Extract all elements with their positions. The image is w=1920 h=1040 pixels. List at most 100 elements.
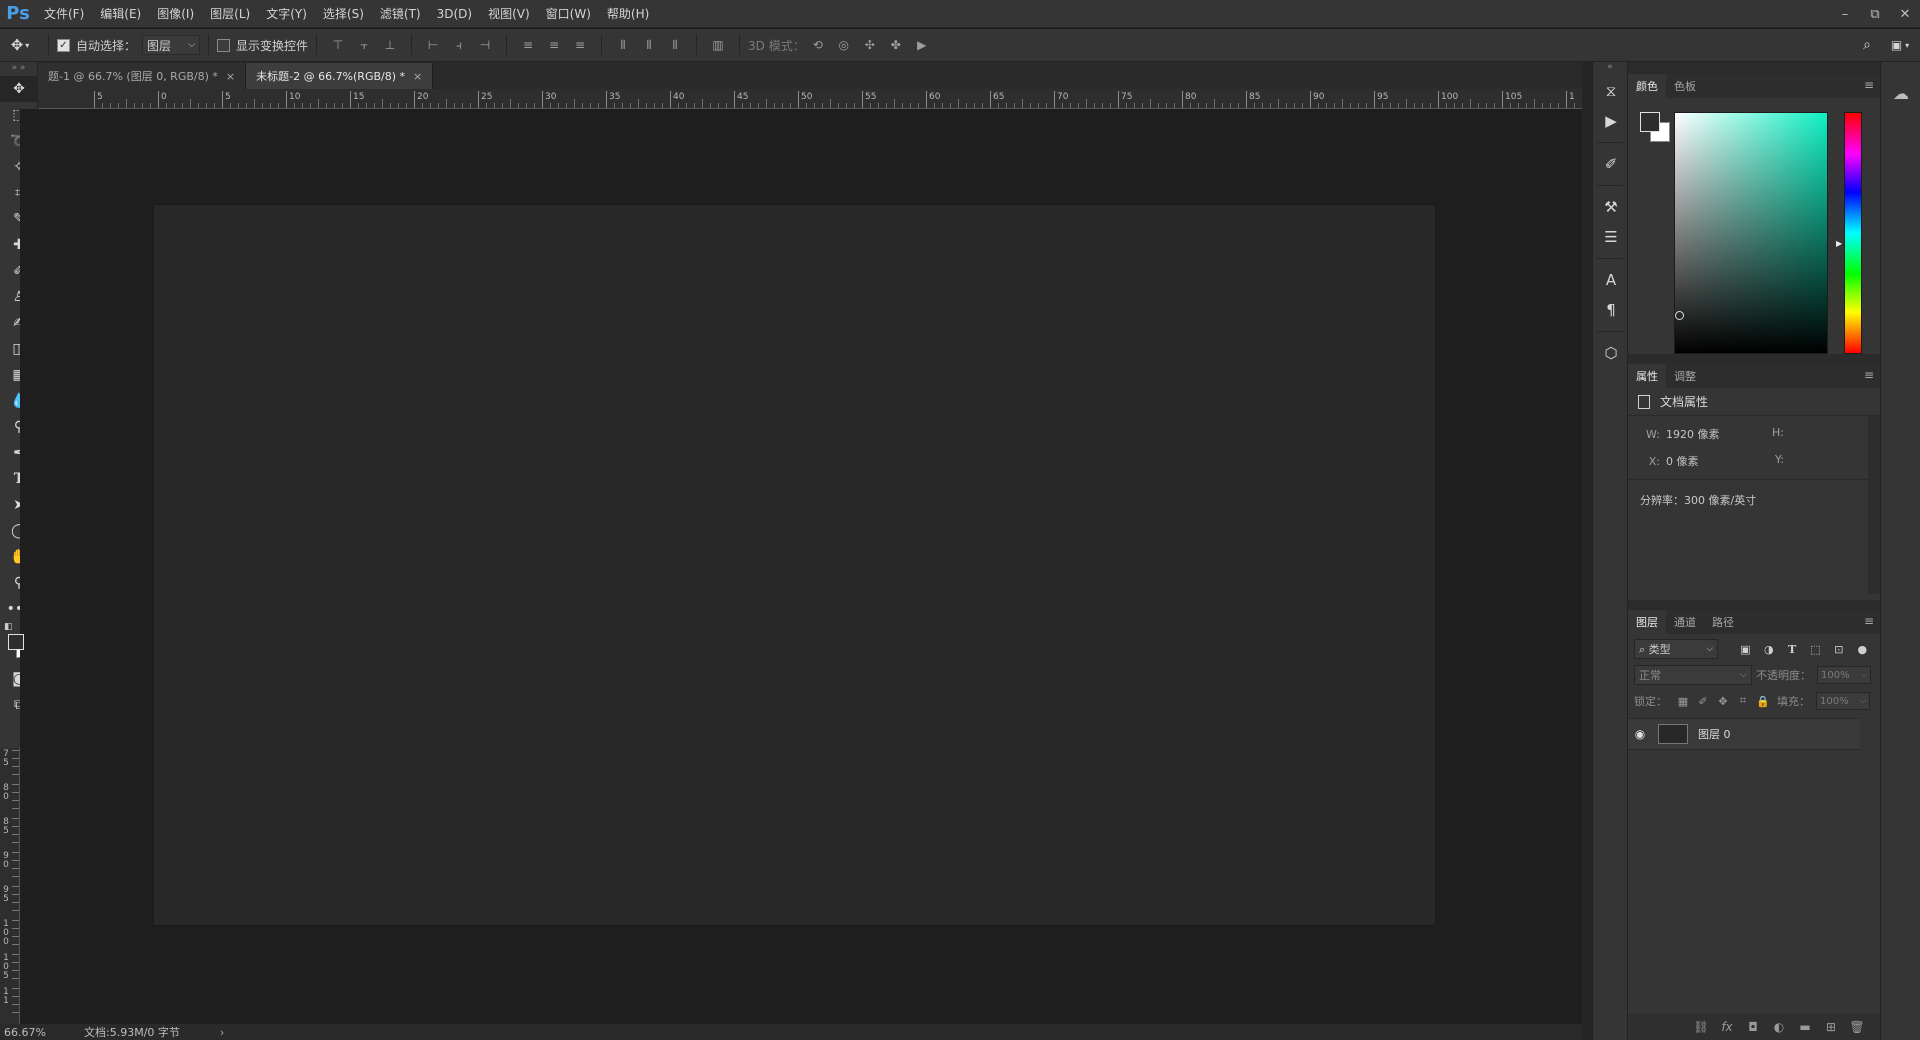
menu-window[interactable]: 窗口(W) <box>538 0 599 28</box>
tab-channels[interactable]: 通道 <box>1666 610 1704 634</box>
fill-field[interactable]: 100% ⌵ <box>1816 692 1870 710</box>
align-left-icon[interactable]: ⊢ <box>420 33 446 57</box>
color-picker-cursor[interactable] <box>1675 311 1684 320</box>
document-workspace[interactable] <box>20 109 1582 1024</box>
menu-layer[interactable]: 图层(L) <box>202 0 258 28</box>
panel-grip-icon[interactable]: « <box>1593 62 1627 76</box>
foreground-color-swatch[interactable] <box>8 634 24 650</box>
tab-document-1[interactable]: 题-1 @ 66.7% (图层 0, RGB/8) * × <box>38 63 247 89</box>
type-filter-icon[interactable]: T <box>1780 639 1803 659</box>
x-field[interactable]: X: 0 像素 <box>1640 453 1764 469</box>
close-button[interactable]: ✕ <box>1890 0 1920 28</box>
tab-layers[interactable]: 图层 <box>1628 610 1666 634</box>
distribute-hcenter-icon[interactable]: ⦀ <box>636 33 662 57</box>
shape-filter-icon[interactable]: ⬚ <box>1804 639 1827 659</box>
auto-align-icon[interactable]: ▥ <box>705 33 731 57</box>
filter-toggle-icon[interactable]: ● <box>1851 639 1874 659</box>
menu-type[interactable]: 文字(Y) <box>258 0 315 28</box>
distribute-right-icon[interactable]: ⦀ <box>662 33 688 57</box>
menu-help[interactable]: 帮助(H) <box>599 0 657 28</box>
new-group-icon[interactable]: ▬ <box>1792 1020 1818 1034</box>
lock-all-icon[interactable]: 🔒 <box>1753 692 1773 710</box>
default-colors-icon[interactable]: ◧ <box>4 622 13 632</box>
3d-panel-icon[interactable]: ⬡ <box>1593 338 1629 368</box>
character-panel-icon[interactable]: A <box>1593 265 1629 295</box>
distribute-top-icon[interactable]: ≡ <box>515 33 541 57</box>
properties-scrollbar[interactable] <box>1868 416 1880 594</box>
hue-marker-icon[interactable]: ▶ <box>1836 239 1842 248</box>
tab-properties[interactable]: 属性 <box>1628 364 1666 388</box>
lock-pixels-icon[interactable]: ✐ <box>1693 692 1713 710</box>
tab-swatches[interactable]: 色板 <box>1666 74 1704 98</box>
vertical-ruler[interactable]: 75 80 85 90 95 100 105 11 <box>0 748 20 1024</box>
width-field[interactable]: W: 1920 像素 <box>1640 426 1764 442</box>
panel-menu-icon[interactable]: ≡ <box>1864 368 1874 382</box>
fx-icon[interactable]: fx <box>1714 1020 1740 1034</box>
auto-select-dropdown[interactable]: 图层 ⌵ <box>142 35 201 55</box>
actions-panel-icon[interactable]: ▶ <box>1593 106 1629 136</box>
menu-3d[interactable]: 3D(D) <box>429 0 480 28</box>
align-top-icon[interactable]: ⊤ <box>325 33 351 57</box>
trash-icon[interactable]: 🗑 <box>1844 1020 1870 1034</box>
align-vcenter-icon[interactable]: ⫟ <box>351 33 377 57</box>
menu-select[interactable]: 选择(S) <box>315 0 372 28</box>
auto-select-checkbox[interactable]: ✓ <box>57 38 70 52</box>
workspace-switcher-icon[interactable]: ▣ ▾ <box>1880 33 1920 57</box>
eye-icon[interactable]: ◉ <box>1628 727 1652 741</box>
adjustment-layer-icon[interactable]: ◐ <box>1766 1020 1792 1034</box>
distribute-vcenter-icon[interactable]: ≡ <box>541 33 567 57</box>
align-hcenter-icon[interactable]: ⫞ <box>446 33 472 57</box>
roll-3d-icon[interactable]: ◎ <box>831 33 857 57</box>
y-field[interactable]: Y: <box>1764 453 1864 469</box>
cloud-libraries-icon[interactable]: ☁ <box>1881 78 1920 108</box>
canvas[interactable] <box>154 205 1435 925</box>
adjustments-panel-icon[interactable]: ☰ <box>1593 222 1629 252</box>
horizontal-ruler[interactable]: 5 0 5 10 15 20 25 30 35 40 45 50 55 60 65 70 75 80 85 90 95 1… <box>38 89 1582 109</box>
layer-row[interactable]: ◉ 图层 0 <box>1628 718 1860 750</box>
chevron-right-icon[interactable]: › <box>220 1026 224 1039</box>
pixel-filter-icon[interactable]: ▣ <box>1734 639 1757 659</box>
pan-3d-icon[interactable]: ✣ <box>857 33 883 57</box>
color-field[interactable] <box>1674 112 1828 354</box>
menu-view[interactable]: 视图(V) <box>480 0 538 28</box>
move-tool-icon[interactable]: ✥ <box>0 76 38 102</box>
link-layers-icon[interactable]: ⛓ <box>1688 1020 1714 1034</box>
panel-menu-icon[interactable]: ≡ <box>1864 614 1874 628</box>
tab-color[interactable]: 颜色 <box>1628 74 1666 98</box>
align-right-icon[interactable]: ⊣ <box>472 33 498 57</box>
lock-artboard-icon[interactable]: ⌗ <box>1733 692 1753 710</box>
menu-file[interactable]: 文件(F) <box>36 0 92 28</box>
close-icon[interactable]: × <box>413 70 422 83</box>
brush-presets-icon[interactable]: ✐ <box>1593 149 1629 179</box>
show-transform-checkbox[interactable] <box>217 38 231 52</box>
menu-filter[interactable]: 滤镜(T) <box>372 0 429 28</box>
move-tool-preset-icon[interactable]: ✥ ▾ <box>0 33 40 57</box>
camera-3d-icon[interactable]: ▶ <box>909 33 935 57</box>
hue-slider[interactable] <box>1844 112 1862 354</box>
opacity-field[interactable]: 100% ⌵ <box>1817 666 1871 684</box>
menu-image[interactable]: 图像(I) <box>149 0 202 28</box>
zoom-level[interactable]: 66.67% <box>0 1026 58 1039</box>
slide-3d-icon[interactable]: ✤ <box>883 33 909 57</box>
tab-paths[interactable]: 路径 <box>1704 610 1742 634</box>
close-icon[interactable]: × <box>226 70 235 83</box>
minimize-button[interactable]: – <box>1830 0 1860 28</box>
layer-filter-dropdown[interactable]: ⌕ 类型 ⌵ <box>1634 639 1719 659</box>
orbit-3d-icon[interactable]: ⟲ <box>805 33 831 57</box>
tab-adjustments[interactable]: 调整 <box>1666 364 1704 388</box>
history-panel-icon[interactable]: ⧖ <box>1593 76 1629 106</box>
blend-mode-dropdown[interactable]: 正常 ⌵ <box>1634 665 1752 685</box>
panel-menu-icon[interactable]: ≡ <box>1864 78 1874 92</box>
menu-edit[interactable]: 编辑(E) <box>92 0 149 28</box>
foreground-color-swatch[interactable] <box>1640 112 1660 132</box>
smart-object-filter-icon[interactable]: ⊡ <box>1827 639 1850 659</box>
restore-button[interactable]: ⧉ <box>1860 0 1890 28</box>
distribute-left-icon[interactable]: ⦀ <box>610 33 636 57</box>
align-bottom-icon[interactable]: ⊥ <box>377 33 403 57</box>
lock-transparent-icon[interactable]: ▦ <box>1673 692 1693 710</box>
height-field[interactable]: H: <box>1764 426 1864 442</box>
adjustment-filter-icon[interactable]: ◑ <box>1757 639 1780 659</box>
tab-document-2[interactable]: 未标题-2 @ 66.7%(RGB/8) * × <box>246 63 434 89</box>
lock-position-icon[interactable]: ✥ <box>1713 692 1733 710</box>
add-mask-icon[interactable]: ◘ <box>1740 1020 1766 1034</box>
